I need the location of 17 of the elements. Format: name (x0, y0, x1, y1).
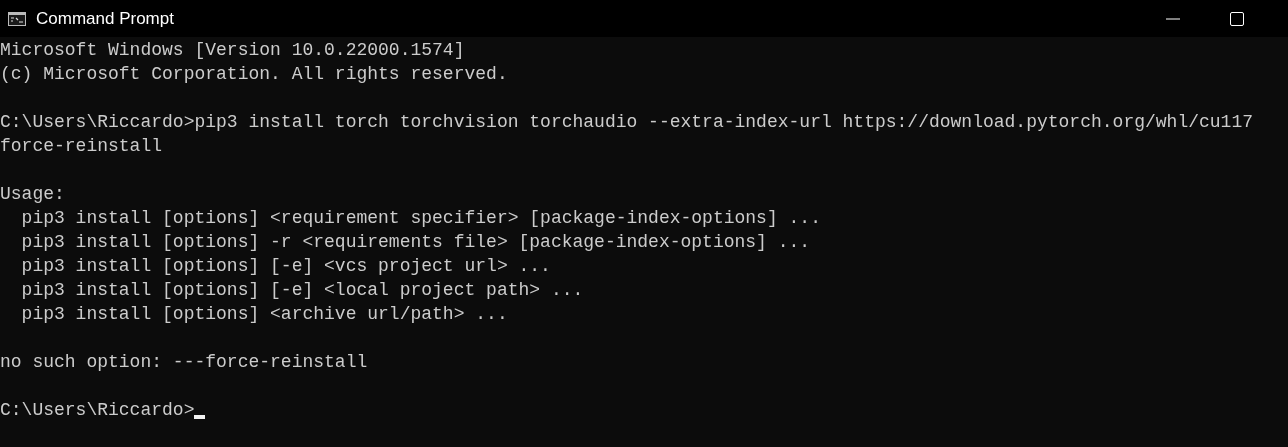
console-line: no such option: ---force-reinstall (0, 351, 369, 374)
console-line: pip3 install [options] [-e] <local project path> ... (20, 279, 585, 302)
console-icon (8, 11, 26, 26)
window-title: Command Prompt (36, 8, 174, 29)
console-line: pip3 install [options] -r <requirements file> [package-index-options] ... (20, 231, 812, 254)
console-line: Microsoft Windows [Version 10.0.22000.1574] (0, 39, 466, 62)
console-line: pip3 install [options] <requirement specifier> [package-index-options] ... (20, 207, 822, 230)
console-line: pip3 install [options] <archive url/path> ... (20, 303, 509, 326)
text-cursor (194, 415, 206, 419)
console-line: C:\Users\Riccardo>pip3 install torch torchvision torchaudio --extra-index-url https://download.pytorch.org/whl/cu117 (0, 111, 1254, 134)
minimize-icon[interactable] (1166, 17, 1180, 20)
console-line: Usage: (0, 183, 66, 206)
console-line: force-reinstall (0, 135, 164, 158)
command-prompt: C:\Users\Riccardo> (0, 399, 195, 422)
console-line: (c) Microsoft Corporation. All rights reserved. (0, 63, 509, 86)
maximize-icon[interactable] (1230, 11, 1244, 26)
console-line: pip3 install [options] [-e] <vcs project url> ... (20, 255, 552, 278)
